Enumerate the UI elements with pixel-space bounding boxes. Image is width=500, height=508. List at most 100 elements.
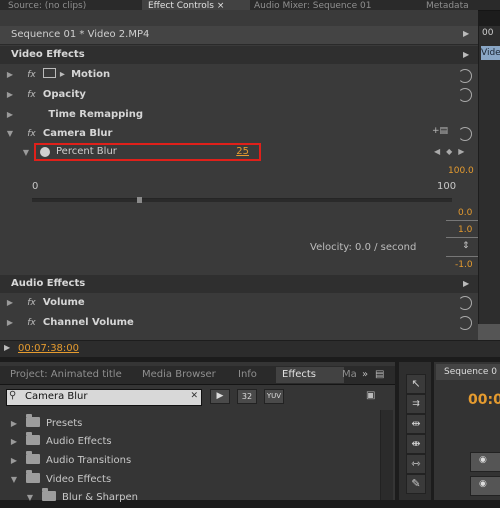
eye-icon[interactable]: ◉ [479, 479, 487, 489]
effect-label: Volume [42, 297, 85, 308]
expand-triangle-icon[interactable]: ▶ [4, 313, 16, 333]
tab-audio-mixer[interactable]: Audio Mixer: Sequence 01 [248, 0, 410, 10]
close-icon[interactable]: × [217, 1, 225, 10]
play-marker-icon[interactable]: ▶ [4, 343, 10, 352]
collapse-triangle-icon[interactable]: ▼ [20, 148, 32, 157]
accelerated-effects-button[interactable]: ▶ [210, 389, 230, 404]
tab-sequence[interactable]: Sequence 0 [436, 364, 500, 380]
play-icon[interactable]: ▶ [463, 279, 469, 288]
current-timecode[interactable]: 00:07:38:00 [18, 343, 79, 354]
reset-icon[interactable] [458, 316, 472, 330]
expand-triangle-icon[interactable]: ▶ [8, 414, 20, 434]
expand-triangle-icon[interactable]: ▶ [8, 451, 20, 471]
fx-icon[interactable]: fx [27, 70, 36, 80]
yuv-effects-button[interactable]: YUV [264, 389, 284, 404]
expand-triangle-icon[interactable]: ▶ [4, 65, 16, 85]
graph-mid-label: 0.0 [458, 208, 473, 218]
audio-effects-title: Audio Effects [11, 278, 86, 289]
ripple-edit-tool-icon[interactable]: ⇹ [406, 414, 426, 434]
32bit-effects-button[interactable]: 32 [237, 389, 257, 404]
reset-icon[interactable] [458, 69, 472, 83]
collapse-triangle-icon[interactable]: ▼ [24, 488, 36, 508]
tree-item-blur-sharpen[interactable]: ▼ Blur & Sharpen [24, 488, 138, 508]
rate-stretch-tool-icon[interactable]: ⇿ [406, 454, 426, 474]
fx-icon[interactable]: fx [27, 129, 36, 139]
slider-max-label: 100 [437, 181, 457, 192]
effect-label: Motion [71, 69, 111, 80]
folder-icon [26, 432, 40, 445]
panel-scroll-corner[interactable] [478, 324, 500, 340]
track-header[interactable]: ◉ [470, 476, 500, 496]
tree-item-audio-transitions[interactable]: ▶ Audio Transitions [8, 451, 131, 471]
fx-icon[interactable]: fx [27, 90, 36, 100]
sequence-timecode[interactable]: 00:07 [468, 392, 500, 408]
tab-effects[interactable]: Effects [276, 367, 344, 383]
graph-divider-line [446, 256, 478, 257]
timeline-clip-bar[interactable]: Vide [481, 46, 500, 60]
clip-header: Sequence 01 * Video 2.MP4 ▶ [0, 26, 478, 45]
mini-timeline[interactable]: 00 Vide [478, 26, 500, 344]
mask-tools-icon[interactable]: +▤ [432, 126, 450, 138]
percent-blur-value[interactable]: 25 [236, 146, 249, 157]
timeline-timecode: 00 [482, 28, 494, 38]
expand-triangle-icon[interactable]: ▶ [4, 293, 16, 313]
effect-row-volume[interactable]: ▶ fx Volume [4, 293, 85, 313]
motion-icon[interactable] [42, 68, 56, 78]
more-tabs-icon[interactable]: » [362, 369, 368, 380]
fx-icon[interactable]: fx [27, 298, 36, 308]
slider-handle[interactable] [137, 197, 142, 203]
stepper-icon[interactable]: ⇕ [462, 241, 470, 251]
search-input-value[interactable]: Camera Blur [25, 391, 88, 402]
new-bin-icon[interactable]: ▣ [366, 390, 375, 401]
play-icon[interactable]: ▶ [463, 29, 469, 38]
expand-triangle-icon[interactable]: ▶ [8, 432, 20, 452]
stopwatch-icon[interactable] [40, 147, 50, 157]
play-icon[interactable]: ▶ [463, 50, 469, 59]
graph-unit-label: 1.0 [458, 225, 473, 235]
percent-blur-row[interactable]: Percent Blur 25 [34, 143, 261, 161]
tab-source[interactable]: Source: (no clips) [2, 0, 144, 10]
clear-search-icon[interactable]: ✕ [190, 391, 198, 401]
effect-row-time-remapping[interactable]: ▶ Time Remapping [4, 105, 143, 125]
expand-triangle-icon[interactable]: ▶ [4, 105, 16, 125]
fx-icon[interactable]: fx [27, 318, 36, 328]
bottom-tab-bar: Project: Animated title Media Browser In… [0, 366, 395, 385]
tab-info[interactable]: Info [232, 369, 263, 387]
tab-effect-controls[interactable]: Effect Controls × [142, 0, 250, 10]
effect-row-motion[interactable]: ▶ fx ▸ Motion [4, 65, 110, 85]
graph-max-label: 100.0 [448, 166, 474, 176]
eye-icon[interactable]: ◉ [479, 455, 487, 465]
reset-icon[interactable] [458, 88, 472, 102]
search-icon: ⚲ [9, 390, 17, 401]
reset-icon[interactable] [458, 296, 472, 310]
effect-label: Camera Blur [42, 128, 113, 139]
razor-tool-icon[interactable]: ✎ [406, 474, 426, 494]
expand-triangle-icon[interactable]: ▶ [4, 85, 16, 105]
effects-scrollbar[interactable] [380, 410, 393, 500]
tab-media-browser[interactable]: Media Browser [136, 369, 222, 387]
keyframe-navigator[interactable]: ◀◆▶ [434, 147, 470, 156]
tab-markers[interactable]: Ma [336, 369, 363, 387]
rolling-edit-tool-icon[interactable]: ⇼ [406, 434, 426, 454]
tab-project[interactable]: Project: Animated title [4, 369, 128, 387]
effect-row-opacity[interactable]: ▶ fx Opacity [4, 85, 86, 105]
tab-metadata[interactable]: Metadata [420, 0, 492, 10]
effects-search-field[interactable]: ⚲ Camera Blur ✕ [6, 389, 202, 406]
track-header[interactable]: ◉ [470, 452, 500, 472]
slider-min-label: 0 [32, 181, 39, 192]
tree-item-video-effects[interactable]: ▼ Video Effects [8, 470, 111, 490]
panel-menu-icon[interactable]: ▤ [375, 369, 384, 380]
effect-row-camera-blur[interactable]: ▼ fx Camera Blur [4, 124, 113, 144]
track-select-tool-icon[interactable]: ⇉ [406, 394, 426, 414]
tree-item-audio-effects[interactable]: ▶ Audio Effects [8, 432, 112, 452]
effect-row-channel-volume[interactable]: ▶ fx Channel Volume [4, 313, 134, 333]
effects-tree: ▶ Presets ▶ Audio Effects ▶ Audio Transitio… [0, 410, 380, 503]
reset-icon[interactable] [458, 127, 472, 141]
collapse-triangle-icon[interactable]: ▼ [4, 124, 16, 144]
folder-icon [26, 451, 40, 464]
collapse-triangle-icon[interactable]: ▼ [8, 470, 20, 490]
tree-item-presets[interactable]: ▶ Presets [8, 414, 82, 434]
percent-blur-label: Percent Blur [56, 146, 117, 157]
percent-blur-slider[interactable] [32, 197, 452, 203]
selection-tool-icon[interactable]: ↖ [406, 374, 426, 394]
